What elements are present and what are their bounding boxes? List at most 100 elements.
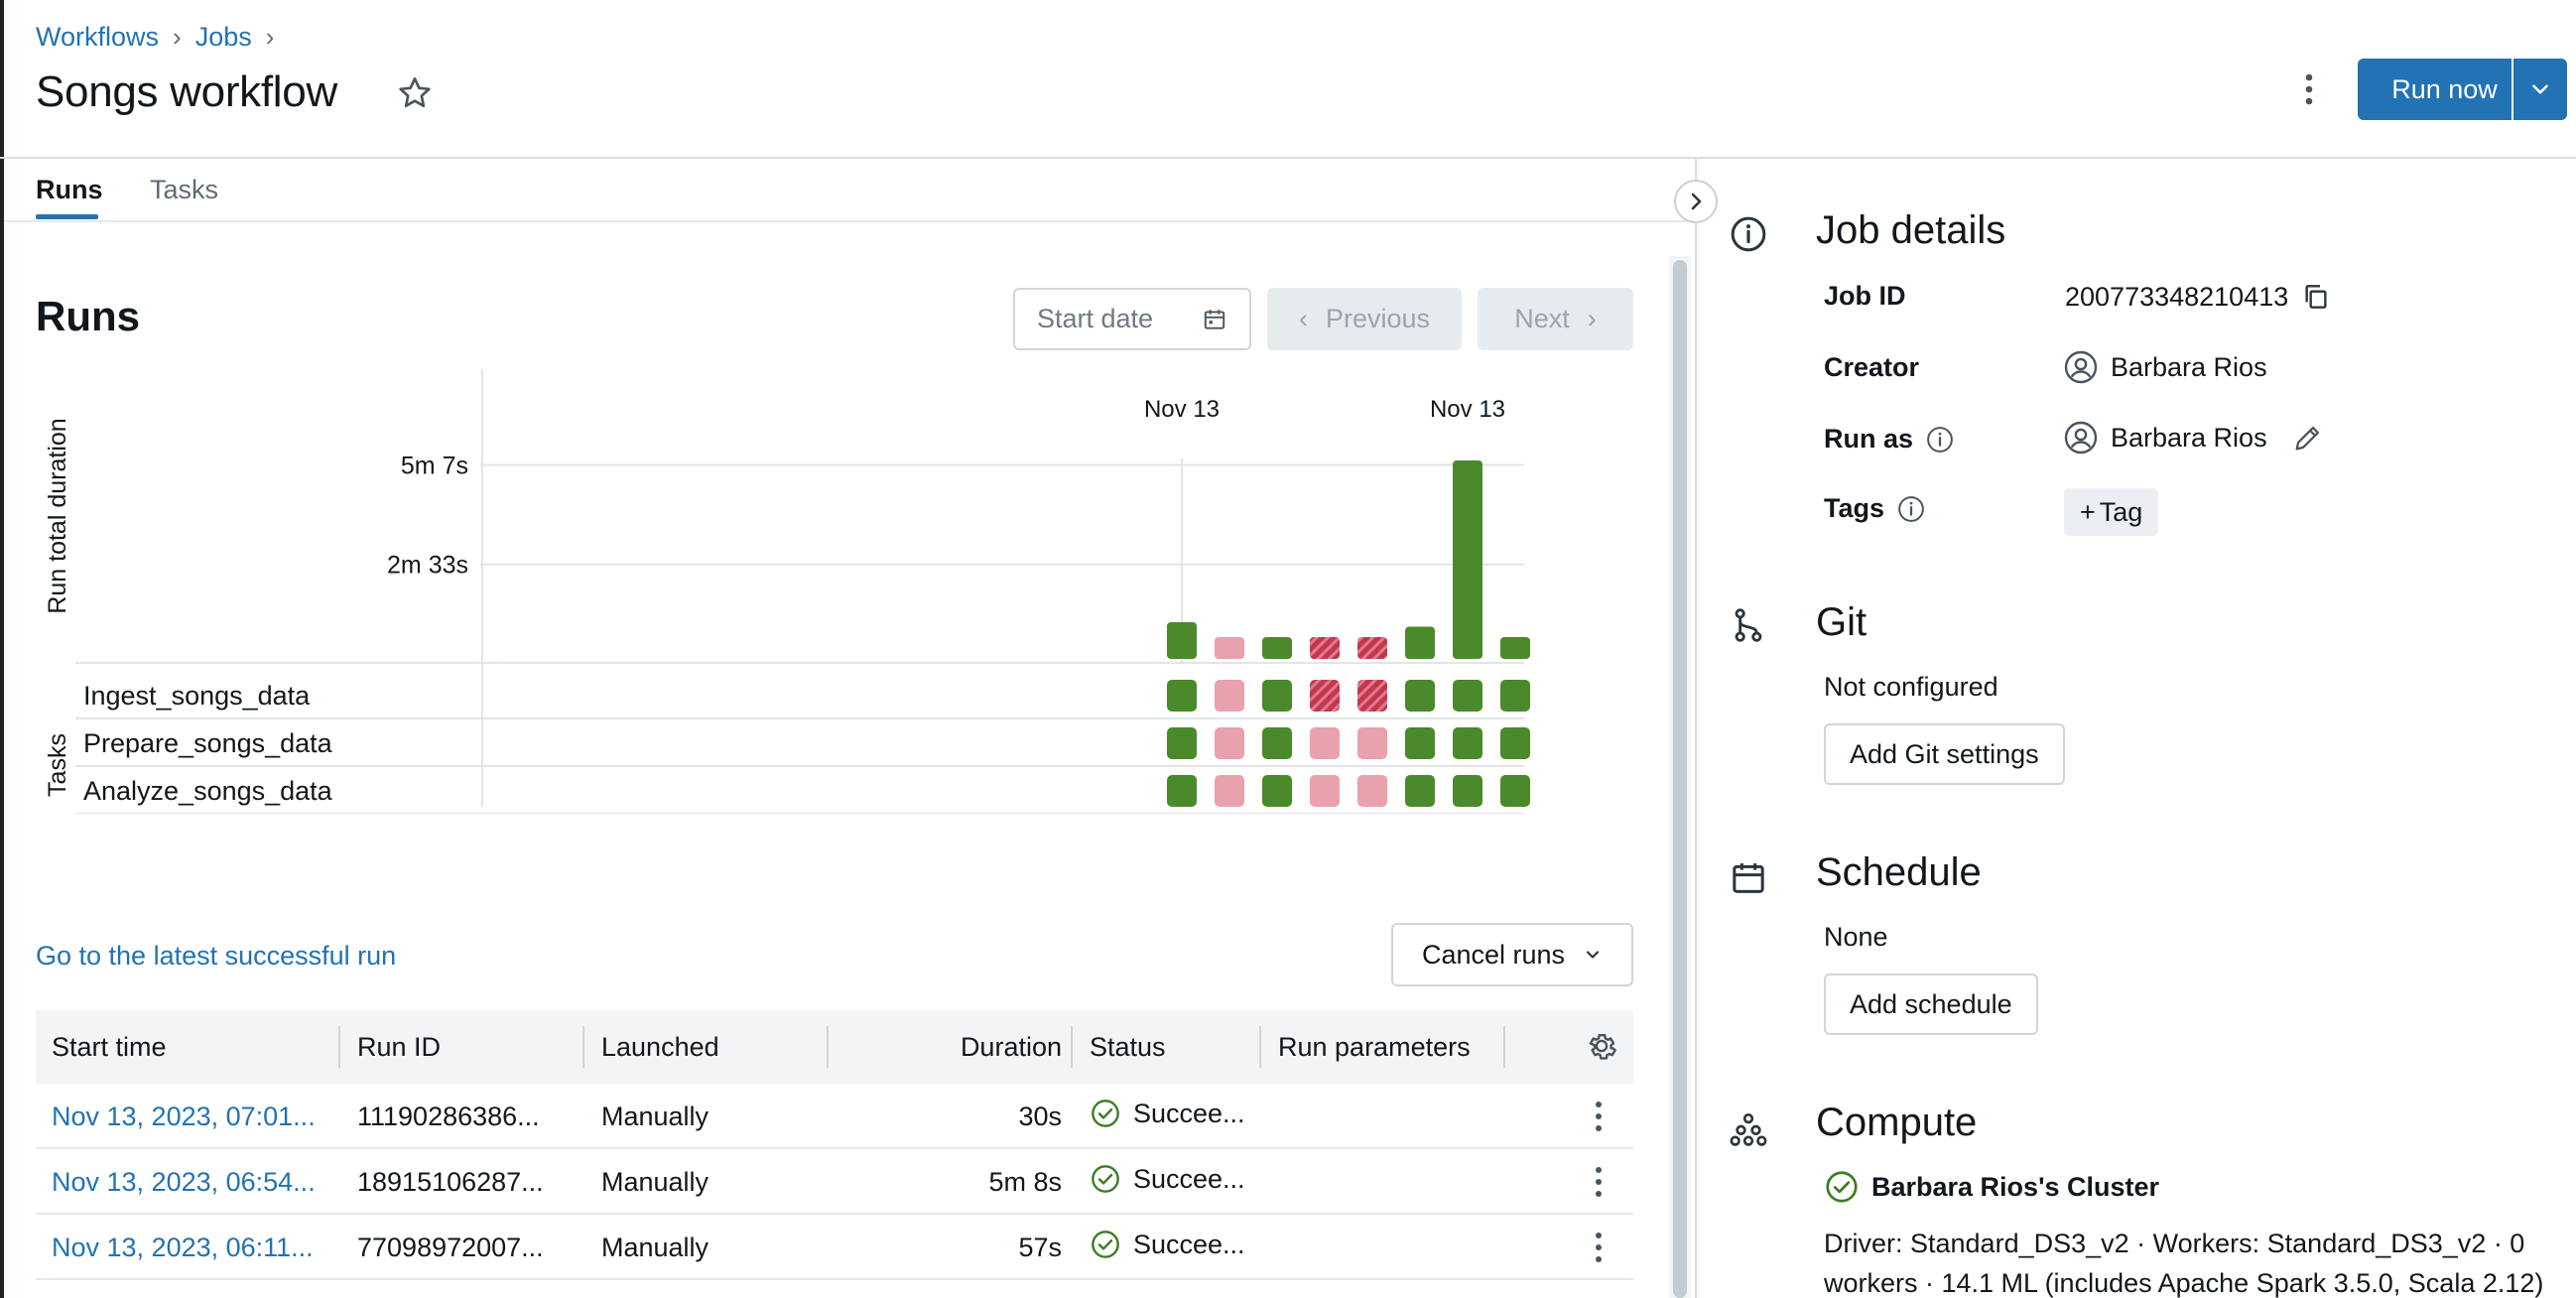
- start-date-picker[interactable]: Start date: [1013, 288, 1251, 350]
- creator-name: Barbara Rios: [2111, 351, 2267, 382]
- runs-table: Start time Run ID Launched Duration Stat…: [36, 1010, 1633, 1280]
- task-status-cell: [1357, 775, 1387, 807]
- compute-title: Compute: [1816, 1101, 1978, 1144]
- date-label: Nov 13: [1430, 396, 1505, 423]
- add-tag-button[interactable]: + Tag: [2064, 488, 2159, 536]
- user-avatar-icon: [2064, 350, 2098, 384]
- creator-value: Barbara Rios: [2063, 349, 2267, 385]
- star-icon[interactable]: [395, 73, 435, 113]
- column-header-duration[interactable]: Duration: [961, 1032, 1062, 1063]
- row-menu-icon[interactable]: [1582, 1163, 1615, 1208]
- add-schedule-button[interactable]: Add schedule: [1824, 974, 2038, 1035]
- duration: 5m 8s: [988, 1167, 1062, 1197]
- task-row-label: Ingest_songs_data: [83, 681, 311, 711]
- task-status-cell: [1405, 680, 1435, 712]
- table-row[interactable]: Nov 13, 2023, 06:11... 77098972007... Ma…: [36, 1215, 1633, 1280]
- table-row[interactable]: Nov 13, 2023, 06:54... 18915106287... Ma…: [36, 1149, 1633, 1215]
- table-row[interactable]: Nov 13, 2023, 07:01... 11190286386... Ma…: [36, 1084, 1633, 1149]
- launched: Manually: [601, 1102, 709, 1131]
- chevron-right-icon: ›: [173, 22, 182, 52]
- column-header-start-time[interactable]: Start time: [52, 1032, 167, 1063]
- row-menu-icon[interactable]: [1582, 1229, 1615, 1273]
- column-divider[interactable]: [1259, 1026, 1261, 1068]
- schedule-title: Schedule: [1816, 850, 1982, 894]
- task-status-cell: [1310, 727, 1340, 759]
- y-tick-label: 2m 33s: [387, 552, 468, 580]
- compute-description: Driver: Standard_DS3_v2 · Workers: Stand…: [1824, 1229, 2544, 1298]
- column-divider[interactable]: [582, 1026, 584, 1068]
- status-text: Succee...: [1133, 1163, 1245, 1194]
- run-duration-bar: [1310, 637, 1340, 659]
- column-divider[interactable]: [1503, 1026, 1505, 1068]
- pencil-icon[interactable]: [2291, 421, 2325, 454]
- add-tag-label: Tag: [2099, 496, 2143, 527]
- run-start-time-link[interactable]: Nov 13, 2023, 06:11...: [52, 1233, 314, 1263]
- run-start-time-link[interactable]: Nov 13, 2023, 06:54...: [52, 1167, 316, 1198]
- info-icon[interactable]: [1896, 494, 1926, 524]
- breadcrumb-workflows[interactable]: Workflows: [36, 22, 159, 53]
- launched: Manually: [601, 1167, 709, 1197]
- column-header-run-id[interactable]: Run ID: [357, 1032, 441, 1063]
- column-header-launched[interactable]: Launched: [601, 1032, 719, 1063]
- cluster-icon: [1729, 1109, 1768, 1149]
- tags-label: Tags: [1824, 493, 1885, 523]
- latest-successful-run-link[interactable]: Go to the latest successful run: [36, 941, 396, 972]
- page-title: Songs workflow: [36, 67, 337, 116]
- plus-icon: +: [2080, 496, 2096, 527]
- job-details-title: Job details: [1816, 208, 2006, 252]
- status-text: Succee...: [1133, 1229, 1245, 1259]
- task-status-cell: [1167, 680, 1197, 712]
- cancel-runs-button[interactable]: Cancel runs: [1391, 923, 1633, 986]
- column-divider[interactable]: [338, 1026, 340, 1068]
- tab-tasks[interactable]: Tasks: [150, 175, 218, 205]
- collapse-panel-button[interactable]: [1674, 180, 1718, 223]
- run-duration-bar: [1453, 460, 1482, 659]
- copy-icon[interactable]: [2300, 281, 2332, 313]
- chevron-right-icon: ›: [1587, 304, 1597, 333]
- calendar-icon: [1729, 858, 1768, 898]
- run-start-time-link[interactable]: Nov 13, 2023, 07:01...: [52, 1102, 316, 1132]
- column-divider[interactable]: [827, 1026, 829, 1068]
- breadcrumb-jobs[interactable]: Jobs: [195, 22, 252, 53]
- run-now-dropdown-button[interactable]: [2512, 59, 2567, 120]
- chevron-left-icon: ‹: [1298, 304, 1308, 333]
- task-status-cell: [1215, 775, 1244, 807]
- check-circle-icon: [1092, 1165, 1119, 1193]
- task-status-cell: [1215, 680, 1244, 712]
- run-now-button[interactable]: Run now: [2358, 59, 2531, 120]
- tasks-axis-label: Tasks: [44, 733, 71, 797]
- tags-label-wrap: Tags: [1824, 493, 1926, 524]
- info-icon[interactable]: [1925, 425, 1955, 454]
- task-row-label: Analyze_songs_data: [83, 776, 333, 806]
- add-git-settings-button[interactable]: Add Git settings: [1824, 723, 2065, 785]
- gear-icon[interactable]: [1584, 1028, 1619, 1071]
- status-badge: Succee...: [1090, 1163, 1245, 1195]
- run-id: 77098972007...: [357, 1233, 544, 1262]
- previous-button[interactable]: ‹ Previous: [1267, 288, 1462, 350]
- column-divider[interactable]: [1071, 1026, 1073, 1068]
- duration: 57s: [1018, 1233, 1062, 1262]
- row-menu-icon[interactable]: [1582, 1098, 1615, 1142]
- task-status-cell: [1167, 775, 1197, 807]
- run-as-label: Run as: [1824, 424, 1914, 454]
- column-header-run-parameters[interactable]: Run parameters: [1278, 1032, 1471, 1063]
- task-status-cell: [1357, 680, 1387, 712]
- run-duration-bar: [1405, 626, 1435, 659]
- next-button[interactable]: Next ›: [1478, 288, 1633, 350]
- task-status-cell: [1167, 727, 1197, 759]
- more-options-icon[interactable]: [2292, 69, 2326, 109]
- cluster-row: Barbara Rios's Cluster: [1824, 1169, 2159, 1205]
- start-date-placeholder: Start date: [1037, 304, 1154, 333]
- calendar-icon: [1204, 309, 1225, 329]
- run-id: 18915106287...: [357, 1167, 544, 1197]
- job-id-value: 200773348210413: [2065, 281, 2332, 313]
- run-duration-bar: [1500, 637, 1530, 659]
- cluster-name[interactable]: Barbara Rios's Cluster: [1871, 1172, 2159, 1203]
- tab-runs[interactable]: Runs: [36, 175, 103, 205]
- header-divider: [0, 157, 2576, 159]
- run-id: 11190286386...: [357, 1102, 540, 1131]
- check-circle-icon: [1092, 1100, 1119, 1127]
- column-header-status[interactable]: Status: [1090, 1032, 1166, 1063]
- run-duration-bar: [1215, 637, 1244, 659]
- scrollbar-thumb[interactable]: [1673, 260, 1687, 1298]
